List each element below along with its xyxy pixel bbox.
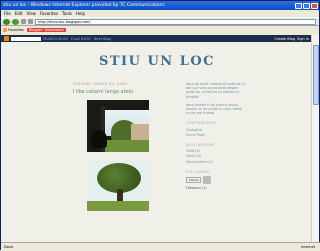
followers-count: Followers (1) (186, 186, 207, 191)
archive-item[interactable]: 2008 (3) (186, 149, 246, 153)
blogger-navbar: SEARCH BLOG FLAG BLOG Next Blog Create B… (1, 35, 313, 42)
favorites-bar: Favorites Blogger: Dashboard (1, 26, 319, 33)
webpage: SEARCH BLOG FLAG BLOG Next Blog Create B… (1, 35, 313, 242)
favorites-label: Favorites (8, 27, 24, 32)
blog-header: STIU UN LOC (1, 42, 313, 80)
menu-favorites[interactable]: Favorites (40, 10, 58, 17)
window-title: stiu un loc - Windows Internet Explorer … (3, 3, 165, 8)
follow-button[interactable]: Follow (186, 176, 202, 184)
maximize-button[interactable] (303, 2, 310, 9)
sign-in-link[interactable]: Sign In (297, 37, 309, 41)
menu-view[interactable]: View (26, 10, 36, 17)
forward-icon[interactable] (12, 18, 19, 25)
browser-window: stiu un loc - Windows Internet Explorer … (0, 0, 320, 251)
post-area: TUESDAY, MARCH 04, 2008 i like catarni l… (73, 82, 179, 211)
minimize-button[interactable] (295, 2, 302, 9)
contributors-heading: CONTRIBUTORS (186, 121, 217, 126)
follower-avatar[interactable] (203, 176, 212, 185)
post-photo-tree[interactable] (87, 161, 149, 211)
star-icon (3, 27, 7, 32)
archive-heading: BLOG ARCHIVE (186, 143, 215, 148)
stop-icon[interactable] (28, 19, 33, 24)
blog-title[interactable]: STIU UN LOC (99, 54, 215, 69)
navbar-search-input[interactable] (11, 36, 41, 41)
menu-help[interactable]: Help (76, 10, 85, 17)
search-blog-link[interactable]: SEARCH BLOG (43, 37, 68, 41)
next-blog-link[interactable]: Next Blog (94, 37, 111, 41)
menu-file[interactable]: File (4, 10, 11, 17)
close-button[interactable] (311, 2, 318, 9)
sidebar: daca ati locuit undeva de unde va-i fi d… (186, 82, 246, 190)
menu-edit[interactable]: Edit (15, 10, 23, 17)
contributor-link[interactable]: Vinnie Pooh (186, 133, 246, 137)
archive-item[interactable]: March (3) (186, 154, 246, 158)
toolbar: http://stiuunloc.blogspot.com/ (1, 17, 319, 26)
flag-blog-link[interactable]: FLAG BLOG (71, 37, 91, 41)
favorites-link[interactable]: Favorites (3, 27, 24, 32)
title-bar: stiu un loc - Windows Internet Explorer … (1, 1, 319, 10)
scroll-thumb[interactable] (313, 45, 319, 105)
menu-tools[interactable]: Tools (62, 10, 72, 17)
post-title[interactable]: i like catarni langa atelu (73, 89, 179, 95)
sidebar-about: daca ati locuit undeva de unde va-i fi d… (186, 82, 246, 99)
create-blog-link[interactable]: Create Blog (275, 37, 295, 41)
address-field[interactable]: http://stiuunloc.blogspot.com/ (35, 18, 316, 25)
blogger-icon[interactable] (4, 36, 9, 41)
scrollbar[interactable] (311, 35, 319, 242)
refresh-icon[interactable] (21, 19, 26, 24)
contributor-link[interactable]: Cristopher (186, 128, 246, 132)
followers-heading: FOLLOWERS (186, 169, 210, 174)
menu-bar: File Edit View Favorites Tools Help (1, 10, 319, 17)
post-photo-window[interactable] (87, 100, 149, 152)
sidebar-about-2: daca sunteti si voi autorul atunci despr… (186, 102, 243, 116)
archive-item[interactable]: Salut prieteni (1) (186, 160, 246, 164)
tab-blogger-dashboard[interactable]: Blogger: Dashboard (26, 27, 66, 32)
back-icon[interactable] (3, 18, 10, 25)
post-date: TUESDAY, MARCH 04, 2008 (73, 82, 128, 86)
